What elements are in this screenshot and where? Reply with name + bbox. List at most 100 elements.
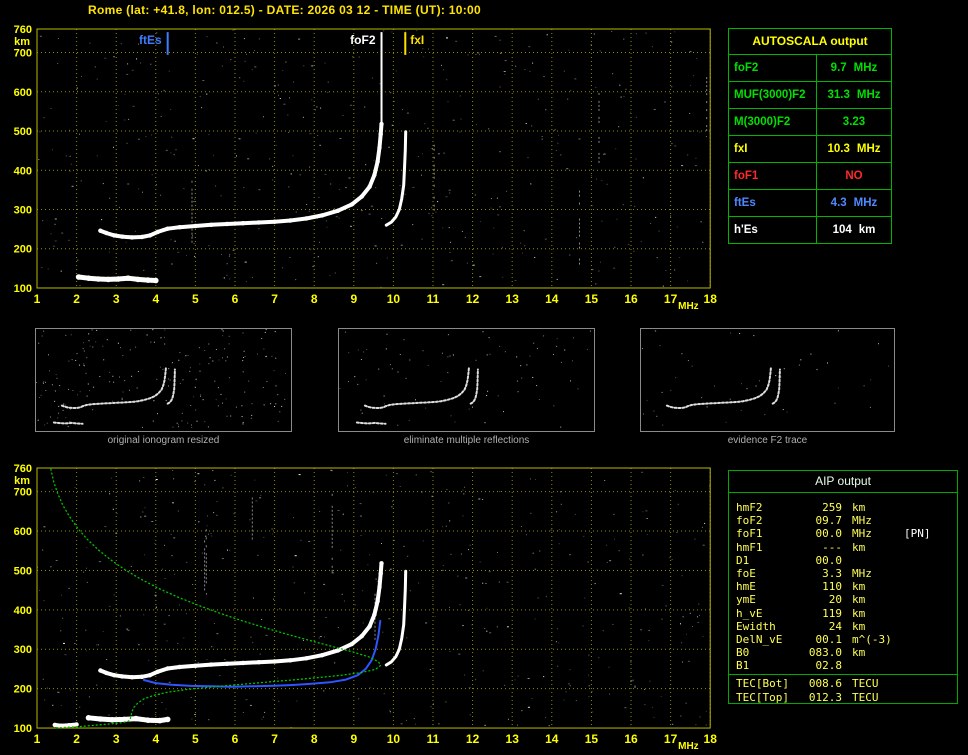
aip-unit: TECU bbox=[852, 677, 879, 691]
aip-value: 24 bbox=[828, 619, 842, 633]
series-dot bbox=[119, 234, 125, 239]
y-tick-label: 300 bbox=[14, 205, 32, 217]
y-tick-label: 760 bbox=[14, 24, 32, 36]
series-dot bbox=[372, 172, 377, 178]
value-text: 31.3 bbox=[827, 89, 850, 101]
thumb-series-f-trace-o bbox=[363, 365, 470, 410]
x-tick-label: 9 bbox=[350, 732, 357, 746]
autoscala-row-muf-3000-f2: MUF(3000)F2 31.3 MHz bbox=[729, 82, 891, 109]
value-text: 3.23 bbox=[842, 116, 866, 128]
aip-label: B0 bbox=[736, 646, 750, 660]
aip-value: 110 bbox=[822, 580, 842, 594]
thumbnail-caption-1: original ionogram resized bbox=[107, 435, 220, 446]
y-tick-label: 100 bbox=[14, 723, 32, 735]
aip-unit: km bbox=[852, 540, 866, 554]
aip-label: hmF2 bbox=[736, 501, 763, 514]
annotation-label-fof2: foF2 bbox=[350, 33, 376, 47]
series-dot bbox=[375, 599, 380, 604]
aip-value: 09.7 bbox=[815, 514, 843, 528]
series-dot bbox=[372, 612, 377, 617]
aip-note bbox=[904, 607, 957, 620]
x-tick-label: 17 bbox=[664, 732, 678, 746]
series-dot bbox=[112, 673, 117, 678]
autoscala-output-rows: foF2 9.7 MHz MUF(3000)F2 31.3 MHz M(3000)F2 3.2… bbox=[729, 55, 891, 243]
aip-note bbox=[904, 567, 957, 580]
thumb-noise bbox=[339, 330, 591, 428]
series-dot bbox=[125, 275, 131, 281]
aip-note bbox=[904, 501, 957, 514]
aip-value: 00.0 bbox=[815, 527, 843, 541]
aip-label: B1 bbox=[736, 659, 750, 673]
x-tick-label: 9 bbox=[350, 292, 357, 306]
aip-value: 00.0 bbox=[815, 553, 843, 567]
series-dot bbox=[209, 222, 214, 227]
aip-unit: km bbox=[852, 593, 866, 607]
aip-note bbox=[904, 633, 957, 646]
autoscala-row-value: 10.3 MHz bbox=[817, 136, 891, 162]
y-axis-unit-label: km bbox=[14, 475, 30, 487]
value-unit: MHz bbox=[853, 62, 878, 74]
value-text: NO bbox=[845, 170, 863, 182]
x-tick-label: 5 bbox=[192, 292, 199, 306]
x-tick-label: 18 bbox=[704, 732, 718, 746]
autoscala-row-ftes: ftEs 4.3 MHz bbox=[729, 190, 891, 217]
series-dot bbox=[377, 145, 382, 150]
series-dot bbox=[104, 230, 109, 236]
series-dot bbox=[165, 226, 170, 231]
series-dot bbox=[288, 658, 293, 663]
thumb-series-f-trace-o bbox=[665, 365, 772, 410]
aip-row-b0: B0 083.0 km bbox=[729, 646, 957, 659]
aip-note bbox=[904, 514, 957, 527]
aip-label: Ewidth bbox=[736, 619, 776, 633]
series-dot bbox=[75, 274, 82, 280]
x-tick-label: 8 bbox=[311, 732, 318, 746]
series-dot bbox=[304, 216, 309, 221]
series-dot bbox=[121, 716, 127, 723]
thumb-series-f-trace-x bbox=[469, 368, 479, 405]
thumbnail-caption-3: evidence F2 trace bbox=[727, 435, 808, 446]
series-dot bbox=[147, 673, 153, 678]
autoscala-row-fxi: fxI 10.3 MHz bbox=[729, 136, 891, 163]
x-tick-label: 3 bbox=[113, 292, 120, 306]
series-dot bbox=[359, 634, 364, 639]
autoscala-row-m-3000-f2: M(3000)F2 3.23 bbox=[729, 109, 891, 136]
aip-note: [PN] bbox=[904, 527, 931, 541]
aip-note bbox=[904, 677, 957, 690]
aip-row-hmf2: hmF2 259 km bbox=[729, 501, 957, 514]
series-dot bbox=[335, 648, 341, 653]
series-dot bbox=[157, 717, 163, 724]
series-dot bbox=[193, 663, 198, 668]
x-tick-label: 2 bbox=[73, 732, 80, 746]
aip-label: DelN_vE bbox=[736, 632, 783, 646]
aip-unit: km bbox=[852, 501, 866, 514]
y-tick-label: 500 bbox=[14, 565, 32, 577]
aip-value: 20 bbox=[828, 593, 842, 607]
y-tick-label: 600 bbox=[14, 526, 32, 538]
aip-note bbox=[904, 580, 957, 593]
x-tick-label: 10 bbox=[387, 732, 401, 746]
aip-label: TEC[Top] bbox=[736, 690, 789, 704]
x-axis-unit-label: MHz bbox=[678, 741, 699, 752]
x-tick-label: 8 bbox=[311, 292, 318, 306]
thumb-noise bbox=[642, 329, 889, 426]
axis-labels: 1 2 3 4 5 6 7 8 9 10 11 12 13 14 15 16 17 18MHz7607006005… bbox=[14, 463, 718, 752]
x-tick-label: 6 bbox=[232, 732, 239, 746]
series-ne-profile bbox=[50, 468, 382, 729]
series-restored-trace bbox=[142, 619, 382, 688]
series-dot bbox=[139, 234, 145, 240]
x-tick-label: 14 bbox=[545, 292, 559, 306]
aip-label: D1 bbox=[736, 553, 750, 567]
series-dot bbox=[379, 561, 384, 566]
aip-note bbox=[904, 593, 957, 606]
series-dot bbox=[115, 276, 121, 282]
aip-label: TEC[Bot] bbox=[736, 677, 789, 691]
x-tick-label: 11 bbox=[427, 292, 440, 306]
y-tick-label: 760 bbox=[14, 463, 32, 475]
autoscala-screen: Rome (lat: +41.8, lon: 012.5) - DATE: 20… bbox=[0, 0, 968, 755]
aip-row-hme: hmE 110 km bbox=[729, 580, 957, 593]
thumb-series-f-trace-o bbox=[60, 365, 167, 410]
series-dot bbox=[193, 223, 198, 229]
y-tick-label: 200 bbox=[14, 684, 32, 696]
axis-labels: 1 2 3 4 5 6 7 8 9 10 11 12 13 14 15 16 17 18MHz7607006005… bbox=[14, 24, 718, 312]
series-dot bbox=[98, 228, 103, 233]
